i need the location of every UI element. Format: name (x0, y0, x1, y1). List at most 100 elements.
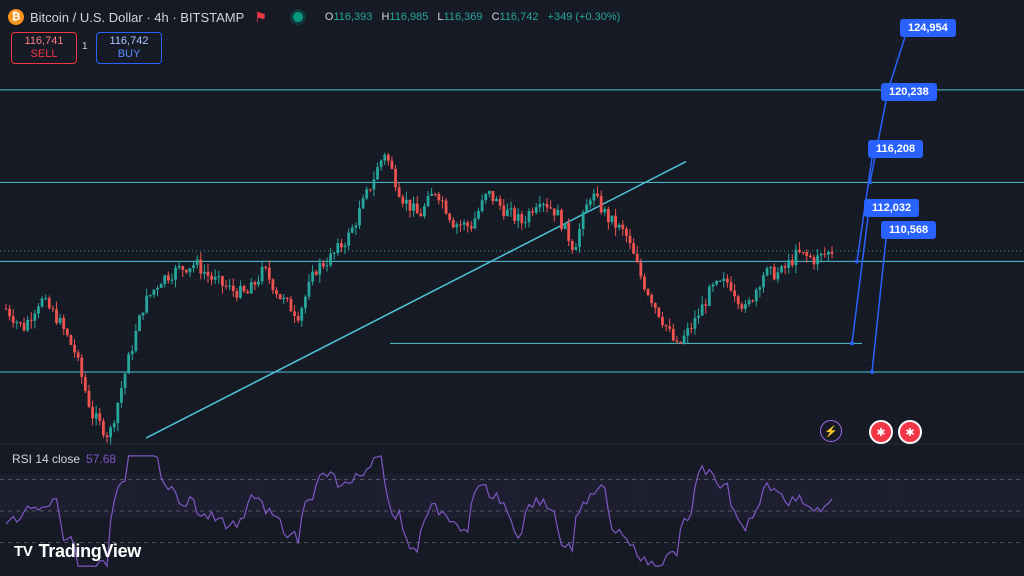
candle-body (426, 195, 430, 207)
candle-body (639, 262, 643, 277)
candle-body (94, 413, 98, 419)
candle-body (697, 315, 700, 318)
candle-body (787, 260, 791, 268)
candle-body (109, 427, 113, 438)
candle-body (177, 266, 181, 268)
label-anchor (870, 370, 874, 375)
candle-body (145, 295, 149, 313)
rsi-legend: RSI 14 close 57.68 (12, 452, 116, 466)
candle-body (76, 352, 80, 358)
candle-body (448, 213, 452, 220)
candle-body (289, 298, 293, 312)
symbol-title[interactable]: Bitcoin / U.S. Dollar · 4h · BITSTAMP (30, 10, 244, 25)
candle-body (202, 271, 206, 274)
candle-body (437, 194, 441, 201)
candle-body (469, 226, 473, 229)
candle-body (307, 281, 311, 297)
candle-body (325, 265, 329, 267)
candle-body (65, 328, 69, 336)
candle-body (383, 154, 387, 161)
candle-body (217, 276, 221, 278)
price-label-4[interactable]: 112,032 (864, 199, 920, 217)
candle-body (170, 279, 174, 281)
rsi-label: RSI 14 close (12, 452, 81, 466)
price-label-2[interactable]: 120,238 (881, 83, 937, 101)
price-label-1[interactable]: 124,954 (900, 19, 956, 37)
candle-body (693, 317, 697, 329)
candle-body (166, 275, 170, 281)
candle-body (314, 271, 318, 275)
candle-body (610, 215, 614, 222)
price-label-5[interactable]: 110,568 (881, 221, 937, 239)
candle-body (621, 224, 625, 229)
candle-body (430, 193, 434, 196)
candle-body (311, 271, 314, 282)
candle-body (614, 215, 617, 228)
candle-body (772, 266, 776, 280)
candle-body (617, 224, 621, 228)
candle-body (686, 328, 690, 336)
candle-body (336, 243, 340, 253)
candle-body (8, 308, 12, 317)
ohlc-readout: O116,393 H116,985 L116,369 C116,742 +349… (324, 11, 621, 23)
candle-body (466, 222, 470, 227)
candle-body (152, 289, 156, 296)
candle-body (365, 189, 369, 199)
candle-body (332, 252, 336, 254)
candle-body (625, 228, 628, 236)
candle-body (318, 263, 322, 275)
candle-body (105, 435, 109, 438)
candle-body (823, 253, 827, 255)
candle-body (513, 208, 516, 221)
candle-body (679, 341, 682, 344)
candle-body (408, 199, 412, 211)
us-flag-icon[interactable]: ✱ (869, 420, 893, 444)
candle-body (267, 267, 271, 280)
candle-body (264, 266, 268, 268)
price-label-3[interactable]: 116,208 (868, 140, 924, 158)
candle-body (657, 307, 661, 317)
candle-body (26, 319, 30, 331)
candle-body (112, 423, 116, 428)
candle-body (350, 227, 354, 233)
candle-body (329, 253, 333, 266)
candle-body (340, 243, 343, 248)
candle-body (451, 219, 455, 228)
candle-body (740, 304, 744, 309)
flag-icon[interactable]: ⚑ (254, 9, 267, 26)
candle-body (130, 351, 134, 355)
candle-body (754, 289, 758, 302)
candle-body (221, 276, 224, 286)
candle-body (762, 275, 765, 288)
candle-body (599, 196, 603, 213)
spread-value: 1 (82, 41, 88, 52)
us-flag-icon[interactable]: ✱ (898, 420, 922, 444)
candle-body (376, 167, 379, 180)
price-chart[interactable] (0, 0, 1024, 576)
candle-body (556, 209, 560, 216)
candle-body (534, 207, 538, 213)
candle-body (646, 289, 650, 296)
candle-body (390, 160, 394, 169)
candle-body (826, 251, 830, 255)
candle-body (231, 285, 235, 292)
sell-button[interactable]: 116,741 SELL (11, 32, 77, 64)
candle-body (509, 208, 513, 210)
candle-body (260, 266, 264, 282)
candle-body (224, 285, 228, 287)
bitcoin-icon: ₿ (8, 9, 24, 25)
candle-body (343, 245, 347, 248)
candle-body (715, 280, 718, 285)
candle-body (386, 154, 390, 161)
candle-body (44, 298, 48, 300)
candle-body (725, 278, 729, 283)
candle-body (455, 224, 459, 228)
candle-body (156, 287, 159, 290)
candle-body (87, 390, 91, 407)
buy-button[interactable]: 116,742 BUY (96, 32, 162, 64)
candle-body (441, 200, 444, 202)
candle-body (120, 388, 123, 403)
candle-body (347, 232, 351, 246)
rsi-value: 57.68 (86, 452, 117, 466)
lightning-icon[interactable]: ⚡ (820, 420, 842, 442)
